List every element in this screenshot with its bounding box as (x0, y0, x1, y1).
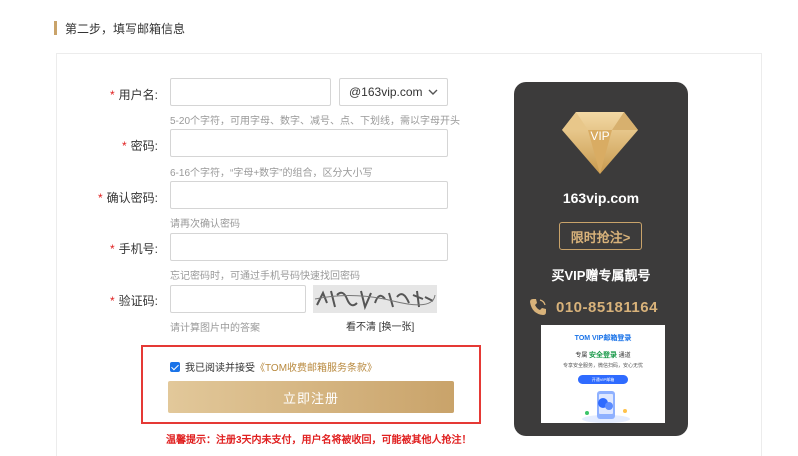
phone-label: * 手机号: (109, 242, 158, 256)
ad-title: TOM VIP邮箱登录 (574, 335, 632, 342)
warning-notice: 温馨提示：注册3天内未支付，用户名将被收回，可能被其他人抢注！ (166, 435, 472, 446)
section-title: 第二步，填写邮箱信息 (54, 20, 185, 36)
confirm-password-input[interactable] (170, 181, 448, 209)
username-hint: 5-20个字符，可用字母、数字、减号、点、下划线，需以字母开头 (170, 116, 461, 127)
required-mark: * (109, 88, 115, 102)
domain-select[interactable]: @163vip.com (339, 78, 448, 106)
phone-input[interactable] (170, 233, 448, 261)
captcha-label: * 验证码: (109, 294, 158, 308)
section-title-text: 第二步，填写邮箱信息 (65, 21, 186, 36)
ad-line1: 专属 安全登录 通道 (575, 352, 631, 359)
required-mark: * (109, 294, 115, 308)
agreement-row: 我已阅读并接受 《TOM收费邮箱服务条款》 (170, 359, 377, 374)
confirm-password-hint: 请再次确认密码 (170, 219, 240, 230)
ad-line2: 专享安全服务，微信扫码，安心无忧 (562, 363, 643, 369)
captcha-input[interactable] (170, 285, 306, 313)
gem-text: VIP (590, 129, 609, 143)
vip-phone-number: 010-85181164 (556, 298, 658, 316)
ad-open-vip-button[interactable]: 开通VIP邮箱 (578, 375, 628, 384)
password-label: * 密码: (121, 139, 158, 153)
confirm-password-label: * 确认密码: (97, 191, 158, 205)
password-input[interactable] (170, 129, 448, 157)
username-label: * 用户名: (109, 88, 158, 102)
captcha-links: 看不清 [换一张] (346, 318, 414, 333)
register-now-button[interactable]: 立即注册 (168, 381, 454, 413)
captcha-unclear-link[interactable]: 看不清 (346, 322, 376, 333)
section-accent-bar (54, 21, 57, 35)
username-input[interactable] (170, 78, 331, 106)
agreement-checkbox[interactable] (170, 361, 180, 372)
required-mark: * (109, 242, 115, 256)
password-hint: 6-16个字符，“字母+数字”的组合，区分大小写 (170, 168, 373, 179)
required-mark: * (97, 191, 103, 205)
domain-select-value: @163vip.com (349, 85, 423, 99)
phone-icon (530, 299, 546, 315)
captcha-image[interactable] (313, 285, 437, 313)
captcha-hint: 请计算图片中的答案 (170, 323, 260, 334)
diamond-icon: VIP (562, 112, 638, 174)
phone-illustration-icon (582, 391, 630, 423)
captcha-distorted-image (313, 285, 437, 313)
vip-phone-row: 010-85181164 (528, 297, 658, 317)
vip-login-ad[interactable]: TOM VIP邮箱登录 专属 安全登录 通道 专享安全服务，微信扫码，安心无忧 … (541, 325, 665, 423)
vip-promo-text: 买VIP赠专属靓号 (551, 268, 651, 283)
chevron-down-icon (428, 89, 438, 95)
vip-domain-text: 163vip.com (562, 190, 640, 206)
required-mark: * (121, 139, 127, 153)
phone-hint: 忘记密码时，可通过手机号码快速找回密码 (170, 271, 360, 282)
limited-rush-button[interactable]: 限时抢注> (559, 222, 642, 250)
vip-promo-panel: VIP 163vip.com 限时抢注> 买VIP赠专属靓号 010-85181… (514, 82, 688, 436)
agreement-prefix: 我已阅读并接受 (185, 363, 255, 374)
terms-link[interactable]: 《TOM收费邮箱服务条款》 (255, 359, 377, 374)
captcha-refresh-link[interactable]: [换一张] (379, 322, 415, 333)
